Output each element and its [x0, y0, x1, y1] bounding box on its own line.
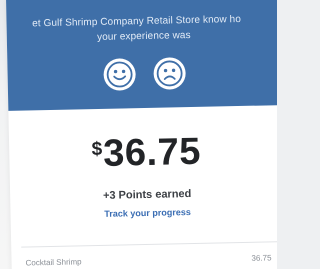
total-amount-value: 36.75 [102, 130, 202, 175]
happy-face-icon [106, 61, 133, 88]
happy-rating-button[interactable] [103, 58, 136, 91]
rating-row [7, 55, 277, 97]
line-item-price: 36.75 [251, 253, 272, 263]
line-item: Cocktail Shrimp 36.75 [25, 253, 277, 267]
sad-rating-button[interactable] [153, 57, 186, 90]
currency-symbol: $ [91, 138, 103, 161]
feedback-panel: et Gulf Shrimp Company Retail Store know… [6, 0, 277, 111]
line-item-name: Cocktail Shrimp [25, 257, 82, 268]
receipt-card: et Gulf Shrimp Company Retail Store know… [6, 0, 277, 269]
receipt-screen: et Gulf Shrimp Company Retail Store know… [0, 0, 277, 269]
track-progress-link[interactable]: Track your progress [10, 205, 277, 221]
divider [21, 241, 277, 248]
points-earned-label: +3 Points earned [102, 188, 192, 202]
feedback-prompt: et Gulf Shrimp Company Retail Store know… [6, 11, 277, 47]
sad-face-icon [156, 60, 183, 87]
total-amount: $36.75 [9, 129, 277, 178]
